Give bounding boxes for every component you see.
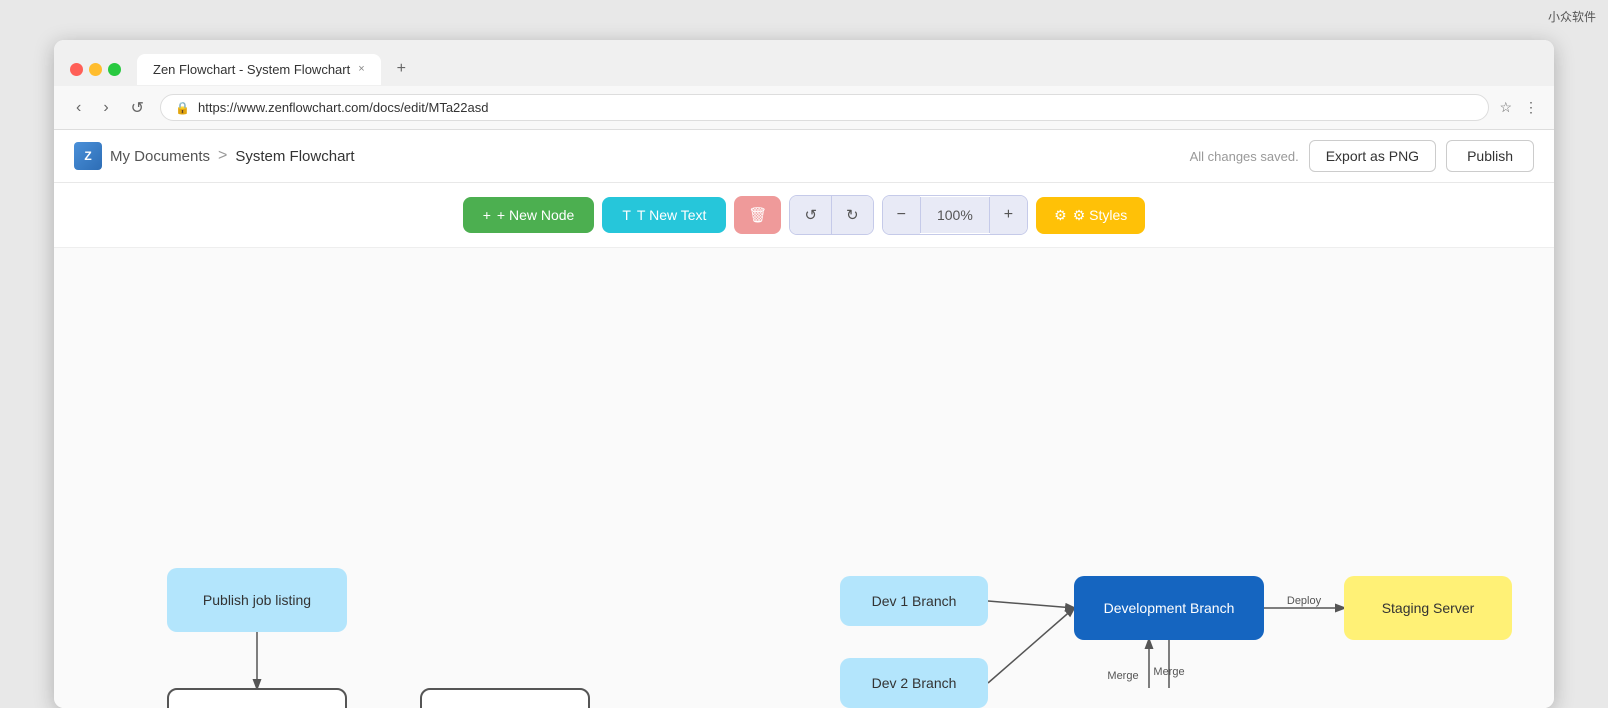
header-actions: All changes saved. Export as PNG Publish [1190, 140, 1534, 172]
new-text-label: T New Text [637, 207, 707, 223]
address-bar: ‹ › ↺ 🔒 https://www.zenflowchart.com/doc… [54, 86, 1554, 130]
url-text: https://www.zenflowchart.com/docs/edit/M… [198, 100, 488, 115]
close-button[interactable] [70, 63, 83, 76]
address-actions: ☆ ⋮ [1499, 99, 1538, 116]
redo-button[interactable]: ↻ [832, 196, 873, 234]
node-staging[interactable]: Staging Server [1344, 576, 1512, 640]
node-dev1[interactable]: Dev 1 Branch [840, 576, 988, 626]
node-devbranch[interactable]: Development Branch [1074, 576, 1264, 640]
breadcrumb-current: System Flowchart [235, 148, 354, 165]
new-node-button[interactable]: + + New Node [463, 197, 595, 233]
browser-tab[interactable]: Zen Flowchart - System Flowchart × [137, 54, 381, 85]
refresh-button[interactable]: ↺ [125, 96, 150, 120]
svg-text:Deploy: Deploy [1287, 595, 1322, 607]
node-publish[interactable]: Publish job listing [167, 568, 347, 632]
bookmark-icon[interactable]: ☆ [1499, 99, 1512, 116]
node-interview_hm[interactable]: Interview with Hiring Manager [420, 688, 590, 708]
tab-title: Zen Flowchart - System Flowchart [153, 62, 350, 77]
app-logo: Z [74, 142, 102, 170]
zoom-out-button[interactable]: − [883, 196, 920, 234]
tab-close-icon[interactable]: × [358, 63, 364, 75]
new-node-label: + New Node [497, 207, 574, 223]
plus-icon: + [483, 207, 491, 223]
zoom-in-button[interactable]: + [990, 196, 1027, 234]
url-bar[interactable]: 🔒 https://www.zenflowchart.com/docs/edit… [160, 94, 1489, 121]
styles-label: ⚙ Styles [1073, 207, 1128, 224]
new-tab-button[interactable]: + [389, 52, 414, 86]
node-screen[interactable]: Screen resumes [167, 688, 347, 708]
title-bar: Zen Flowchart - System Flowchart × + [54, 40, 1554, 86]
watermark: 小众软件 [1548, 8, 1596, 25]
flowchart: QualifiedUnqualifiedPassFailPassDeployMe… [74, 268, 1534, 688]
undo-redo-group: ↺ ↻ [789, 195, 873, 235]
svg-text:Merge: Merge [1107, 670, 1138, 682]
styles-button[interactable]: ⚙ ⚙ Styles [1036, 197, 1145, 234]
canvas[interactable]: QualifiedUnqualifiedPassFailPassDeployMe… [54, 248, 1554, 708]
save-status: All changes saved. [1190, 149, 1299, 164]
toolbar: + + New Node T T New Text 🗑 ↺ ↻ − 100% +… [54, 183, 1554, 248]
breadcrumb-parent[interactable]: My Documents [110, 148, 210, 165]
text-icon: T [622, 207, 631, 223]
browser-window: Zen Flowchart - System Flowchart × + ‹ ›… [54, 40, 1554, 708]
svg-text:Merge: Merge [1153, 666, 1184, 678]
zoom-control: − 100% + [882, 195, 1029, 235]
gear-icon: ⚙ [1054, 207, 1067, 224]
export-button[interactable]: Export as PNG [1309, 140, 1436, 172]
maximize-button[interactable] [108, 63, 121, 76]
minimize-button[interactable] [89, 63, 102, 76]
more-options-icon[interactable]: ⋮ [1524, 99, 1538, 116]
node-dev2[interactable]: Dev 2 Branch [840, 658, 988, 708]
new-text-button[interactable]: T T New Text [602, 197, 726, 233]
undo-button[interactable]: ↺ [790, 196, 832, 234]
delete-button[interactable]: 🗑 [734, 196, 781, 234]
breadcrumb: Z My Documents > System Flowchart [74, 142, 1190, 170]
lock-icon: 🔒 [175, 101, 190, 115]
app-header: Z My Documents > System Flowchart All ch… [54, 130, 1554, 183]
breadcrumb-separator: > [218, 147, 227, 165]
back-button[interactable]: ‹ [70, 97, 87, 119]
zoom-level: 100% [920, 197, 990, 233]
traffic-lights [70, 63, 121, 76]
forward-button[interactable]: › [97, 97, 114, 119]
publish-button[interactable]: Publish [1446, 140, 1534, 172]
